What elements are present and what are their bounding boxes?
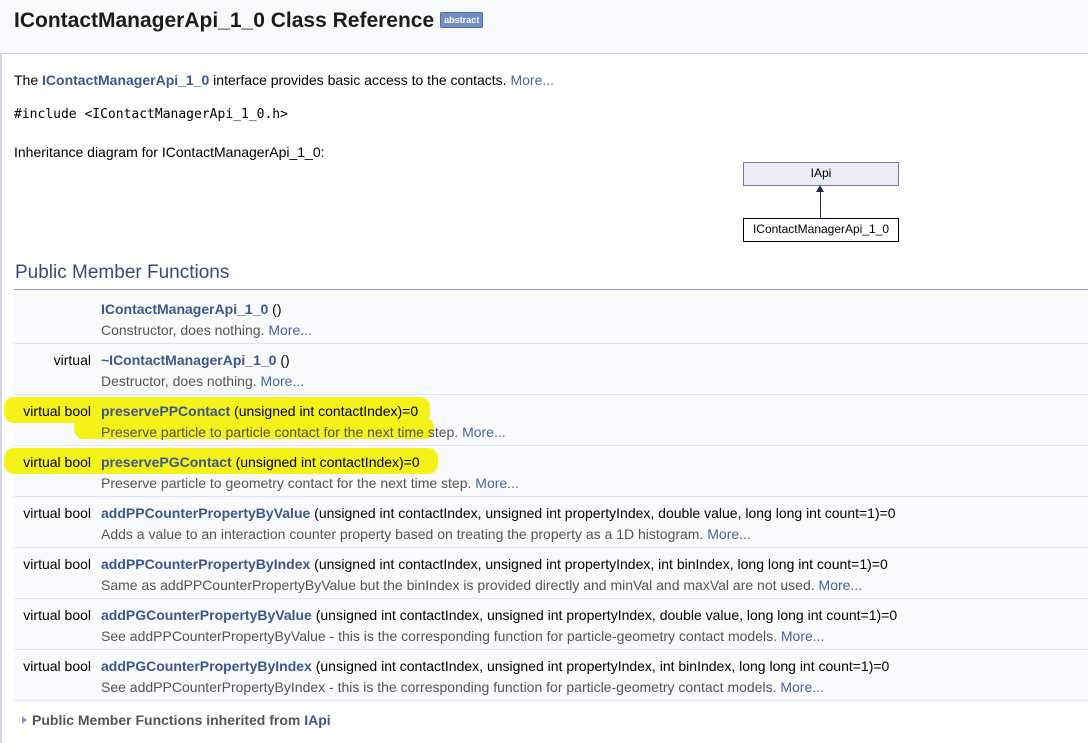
member-name-link[interactable]: addPGCounterPropertyByIndex	[101, 658, 312, 674]
expand-triangle-icon[interactable]	[22, 716, 27, 724]
member-args: ()	[268, 301, 282, 317]
member-args: (unsigned int contactIndex, unsigned int…	[310, 556, 888, 572]
member-args: ()	[276, 352, 290, 368]
member-more-link[interactable]: More...	[475, 475, 519, 491]
member-signature: addPPCounterPropertyByValue (unsigned in…	[101, 505, 896, 521]
member-return-type: virtual bool	[23, 658, 91, 674]
member-row: virtual bool addPPCounterPropertyByValue …	[14, 497, 1088, 548]
inherited-iapi-link[interactable]: IApi	[304, 712, 330, 728]
member-return-type: virtual bool	[23, 556, 91, 572]
member-more-link[interactable]: More...	[268, 322, 312, 338]
inherited-label: Public Member Functions inherited from	[32, 712, 305, 728]
member-row: virtual bool addPGCounterPropertyByValue …	[14, 599, 1088, 650]
member-description-text: Adds a value to an interaction counter p…	[101, 526, 708, 542]
member-args: (unsigned int contactIndex)=0	[231, 454, 420, 470]
page-title-text: IContactManagerApi_1_0 Class Reference	[14, 9, 435, 32]
member-args: (unsigned int contactIndex, unsigned int…	[310, 505, 896, 521]
member-name-link[interactable]: addPPCounterPropertyByIndex	[101, 556, 310, 572]
member-args: (unsigned int contactIndex)=0	[230, 403, 419, 419]
member-signature: ~IContactManagerApi_1_0 ()	[101, 352, 290, 368]
brief-more-link[interactable]: More...	[510, 72, 554, 88]
member-row: virtual bool preservePPContact (unsigned …	[4, 395, 1088, 446]
member-row: virtual bool addPGCounterPropertyByIndex …	[14, 650, 1088, 701]
brief-text: interface provides basic access to the c…	[209, 72, 511, 88]
member-signature: addPGCounterPropertyByIndex (unsigned in…	[101, 658, 889, 674]
class-link[interactable]: IContactManagerApi_1_0	[42, 72, 209, 88]
section-title: Public Member Functions	[15, 262, 230, 283]
member-signature: addPPCounterPropertyByIndex (unsigned in…	[101, 556, 888, 572]
member-row: IContactManagerApi_1_0 () Constructor, do…	[14, 293, 1088, 344]
member-description-text: See addPPCounterPropertyByValue - this i…	[101, 628, 781, 644]
member-return-type: virtual bool	[23, 454, 91, 470]
abstract-badge: abstract	[440, 12, 484, 28]
inheritance-arrow	[820, 191, 821, 218]
inherited-members-toggle[interactable]: Public Member Functions inherited from I…	[22, 712, 331, 728]
member-name-link[interactable]: IContactManagerApi_1_0	[101, 301, 268, 317]
member-more-link[interactable]: More...	[819, 577, 863, 593]
member-description: Preserve particle to particle contact fo…	[101, 424, 506, 440]
member-description-text: See addPPCounterPropertyByIndex - this i…	[101, 679, 781, 695]
member-return-type: virtual bool	[23, 403, 91, 419]
member-name-link[interactable]: addPGCounterPropertyByValue	[101, 607, 312, 623]
member-signature: addPGCounterPropertyByValue (unsigned in…	[101, 607, 897, 623]
member-row: virtual ~IContactManagerApi_1_0 () Destruc…	[14, 344, 1088, 395]
member-name-link[interactable]: preservePGContact	[101, 454, 232, 470]
section-divider	[14, 289, 1088, 290]
member-table: IContactManagerApi_1_0 () Constructor, do…	[4, 293, 1088, 701]
left-border	[0, 53, 2, 743]
member-description-text: Constructor, does nothing.	[101, 322, 269, 338]
member-more-link[interactable]: More...	[781, 628, 825, 644]
member-args: (unsigned int contactIndex, unsigned int…	[311, 607, 898, 623]
member-more-link[interactable]: More...	[780, 679, 824, 695]
member-args: (unsigned int contactIndex, unsigned int…	[311, 658, 890, 674]
member-description: Preserve particle to geometry contact fo…	[101, 475, 519, 491]
inheritance-derived-box: IContactManagerApi_1_0	[743, 218, 899, 242]
member-name-link[interactable]: ~IContactManagerApi_1_0	[101, 352, 276, 368]
member-signature: IContactManagerApi_1_0 ()	[101, 301, 282, 317]
member-signature: preservePPContact (unsigned int contactI…	[101, 403, 418, 419]
member-description-text: Preserve particle to particle contact fo…	[101, 424, 463, 440]
member-more-link[interactable]: More...	[261, 373, 305, 389]
member-return-type: virtual bool	[23, 607, 91, 623]
member-description: See addPPCounterPropertyByValue - this i…	[101, 628, 824, 644]
member-description: Constructor, does nothing. More...	[101, 322, 312, 338]
member-description: Adds a value to an interaction counter p…	[101, 526, 751, 542]
inheritance-base-box[interactable]: IApi	[743, 162, 899, 186]
member-more-link[interactable]: More...	[707, 526, 751, 542]
member-description: Destructor, does nothing. More...	[101, 373, 304, 389]
include-line: #include <IContactManagerApi_1_0.h>	[14, 107, 288, 122]
member-name-link[interactable]: addPPCounterPropertyByValue	[101, 505, 310, 521]
inheritance-caption: Inheritance diagram for IContactManagerA…	[14, 144, 325, 160]
member-description: Same as addPPCounterPropertyByValue but …	[101, 577, 862, 593]
member-more-link[interactable]: More...	[462, 424, 506, 440]
member-name-link[interactable]: preservePPContact	[101, 403, 230, 419]
member-description-text: Destructor, does nothing.	[101, 373, 261, 389]
member-row: virtual bool preservePGContact (unsigned …	[4, 446, 1088, 497]
page-title: IContactManagerApi_1_0 Class Reference ab…	[14, 9, 484, 33]
member-signature: preservePGContact (unsigned int contactI…	[101, 454, 420, 470]
page-header: IContactManagerApi_1_0 Class Reference ab…	[0, 0, 1088, 54]
brief-prefix: The	[14, 72, 43, 88]
member-return-type: virtual	[53, 352, 91, 368]
member-description: See addPPCounterPropertyByIndex - this i…	[101, 679, 824, 695]
member-description-text: Preserve particle to geometry contact fo…	[101, 475, 476, 491]
member-description-text: Same as addPPCounterPropertyByValue but …	[101, 577, 819, 593]
member-row: virtual bool addPPCounterPropertyByIndex …	[14, 548, 1088, 599]
member-return-type: virtual bool	[23, 505, 91, 521]
brief-description: The IContactManagerApi_1_0 interface pro…	[14, 72, 554, 88]
